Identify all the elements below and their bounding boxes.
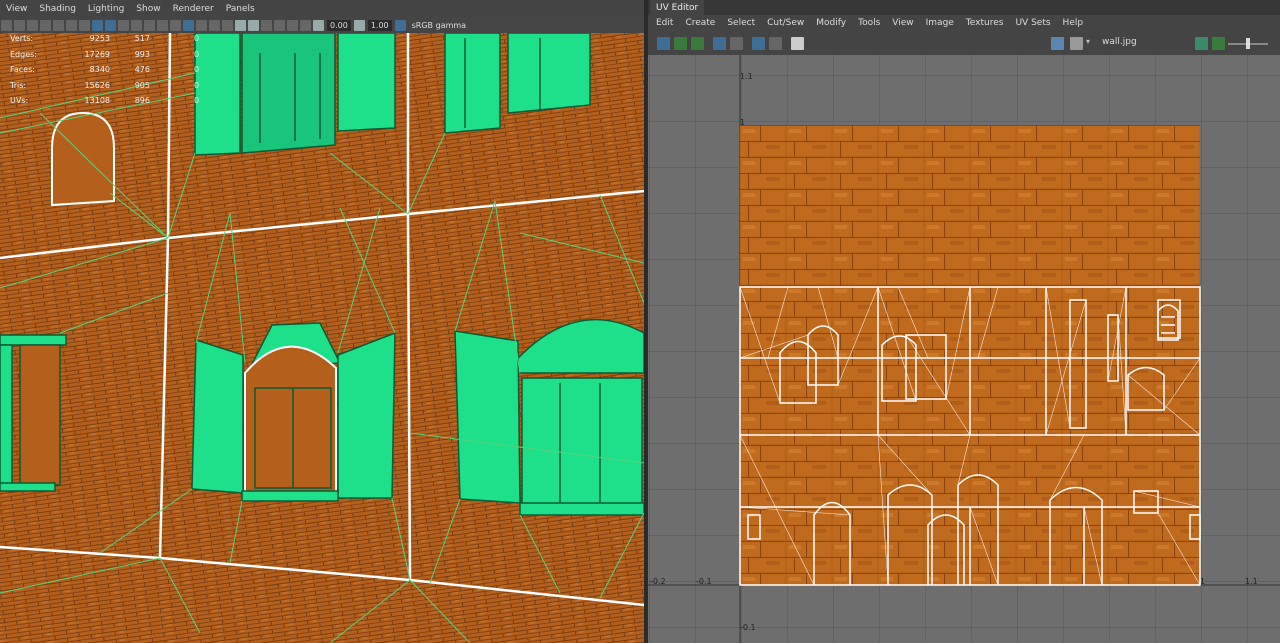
isolate-select-icon[interactable] (183, 19, 194, 31)
uv-axis-label-neg02: -0.2 (650, 577, 666, 586)
menu-renderer[interactable]: Renderer (173, 4, 214, 14)
menu-view[interactable]: View (6, 4, 27, 14)
uv-grid-canvas[interactable]: 1.1 1 -0.2 -0.1 1 1.1 -0.1 (648, 55, 1280, 643)
uv-menu-image[interactable]: Image (926, 18, 954, 28)
backface-icon[interactable] (248, 19, 259, 31)
hud-row-tris: Tris: 15626 905 0 (10, 81, 200, 90)
menu-lighting[interactable]: Lighting (88, 4, 124, 14)
gamma-field[interactable]: 1.00 (367, 19, 392, 31)
uv-menu-help[interactable]: Help (1063, 18, 1084, 28)
aa-icon[interactable] (287, 19, 298, 31)
uv-frame-icon[interactable] (657, 37, 670, 50)
xray-active-icon[interactable] (222, 19, 233, 31)
uv-border-icon[interactable] (730, 37, 743, 50)
film-gate-icon[interactable] (66, 19, 77, 31)
uv-menu-view[interactable]: View (892, 18, 913, 28)
lights-icon[interactable] (144, 19, 155, 31)
xray-joints-icon[interactable] (209, 19, 220, 31)
uv-exposure-icon[interactable] (1212, 37, 1225, 50)
image-plane-icon[interactable] (40, 19, 51, 31)
uv-axis-label-neg01-bottom: -0.1 (740, 623, 756, 632)
smoothing-icon[interactable] (261, 19, 272, 31)
menu-panels[interactable]: Panels (226, 4, 255, 14)
wireframe-on-shaded-icon[interactable] (118, 19, 129, 31)
uv-image-display-icon[interactable] (1051, 37, 1064, 50)
hud-row-uvs: UVs: 13108 896 0 (10, 96, 200, 105)
uv-axis-label-1-1-top: 1.1 (740, 72, 753, 81)
uv-grid-icon[interactable] (752, 37, 765, 50)
uv-menu-cutsew[interactable]: Cut/Sew (767, 18, 804, 28)
uv-menu-modify[interactable]: Modify (816, 18, 846, 28)
viewport-panel[interactable]: View Shading Lighting Show Renderer Pane… (0, 0, 644, 643)
shadows-icon[interactable] (157, 19, 168, 31)
uv-menu-select[interactable]: Select (727, 18, 755, 28)
uv-menu-textures[interactable]: Textures (966, 18, 1004, 28)
middle-window (191, 322, 396, 502)
scene-render (0, 33, 644, 643)
colorspace-label[interactable]: sRGB gamma (408, 19, 470, 31)
screen-space-ao-icon[interactable] (170, 19, 181, 31)
camera-icon[interactable] (1, 19, 12, 31)
uv-distortion-icon[interactable] (691, 37, 704, 50)
menu-show[interactable]: Show (136, 4, 160, 14)
uv-dim-image-icon[interactable] (1070, 37, 1083, 50)
menu-shading[interactable]: Shading (39, 4, 76, 14)
color-management-icon[interactable] (394, 19, 406, 31)
uv-axis-label-1-top: 1 (740, 118, 746, 127)
right-window (454, 318, 644, 516)
uv-menu-create[interactable]: Create (685, 18, 715, 28)
uv-editor-toolbar: ▾ wall.jpg (648, 31, 1280, 55)
uv-shaded-icon[interactable] (1195, 37, 1208, 50)
arched-window-small (51, 111, 115, 207)
viewport-toolbar: 0.00 1.00 sRGB gamma (0, 17, 644, 33)
uv-axis-label-1-1-right: 1.1 (1245, 577, 1258, 586)
uv-editor-panel[interactable]: UV Editor Edit Create Select Cut/Sew Mod… (648, 0, 1280, 643)
camera-attributes-icon[interactable] (14, 19, 25, 31)
left-window (0, 334, 67, 492)
uv-editor-menubar: Edit Create Select Cut/Sew Modify Tools … (648, 15, 1280, 31)
viewport-menubar: View Shading Lighting Show Renderer Pane… (0, 0, 644, 17)
texture-name[interactable]: wall.jpg (1102, 37, 1137, 47)
chevron-down-icon[interactable]: ▾ (1086, 37, 1090, 46)
textured-icon[interactable] (131, 19, 142, 31)
gamma-icon[interactable] (353, 19, 365, 31)
uv-brightness-slider-handle[interactable] (1246, 38, 1250, 49)
uv-menu-edit[interactable]: Edit (656, 18, 673, 28)
uv-snapshot-icon[interactable] (791, 37, 804, 50)
uv-editor-tab[interactable]: UV Editor (650, 0, 705, 15)
uv-layout (648, 55, 1280, 643)
exposure-field[interactable]: 0.00 (327, 19, 351, 31)
uv-menu-tools[interactable]: Tools (858, 18, 880, 28)
hud-row-edges: Edges: 17269 993 0 (10, 50, 200, 59)
uv-menu-uvsets[interactable]: UV Sets (1015, 18, 1050, 28)
uv-shell-icon[interactable] (713, 37, 726, 50)
grid-icon[interactable] (53, 19, 64, 31)
viewport-scene[interactable] (0, 33, 644, 643)
sphere-icon[interactable] (235, 19, 246, 31)
hud-icon[interactable] (274, 19, 285, 31)
wireframe-icon[interactable] (92, 19, 103, 31)
uv-axis-label-1-right: 1 (1200, 577, 1206, 586)
uv-editor-tabbar: UV Editor (648, 0, 1280, 15)
hud-row-verts: Verts: 9253 517 0 (10, 34, 200, 43)
uv-axis-label-neg01: -0.1 (696, 577, 712, 586)
bookmark-icon[interactable] (27, 19, 38, 31)
uv-checker-icon[interactable] (674, 37, 687, 50)
smooth-shade-icon[interactable] (105, 19, 116, 31)
resolution-gate-icon[interactable] (79, 19, 90, 31)
uv-snap-icon[interactable] (769, 37, 782, 50)
exposure-icon[interactable] (313, 19, 324, 31)
hud-row-faces: Faces: 8340 476 0 (10, 65, 200, 74)
dof-icon[interactable] (300, 19, 311, 31)
xray-icon[interactable] (196, 19, 207, 31)
